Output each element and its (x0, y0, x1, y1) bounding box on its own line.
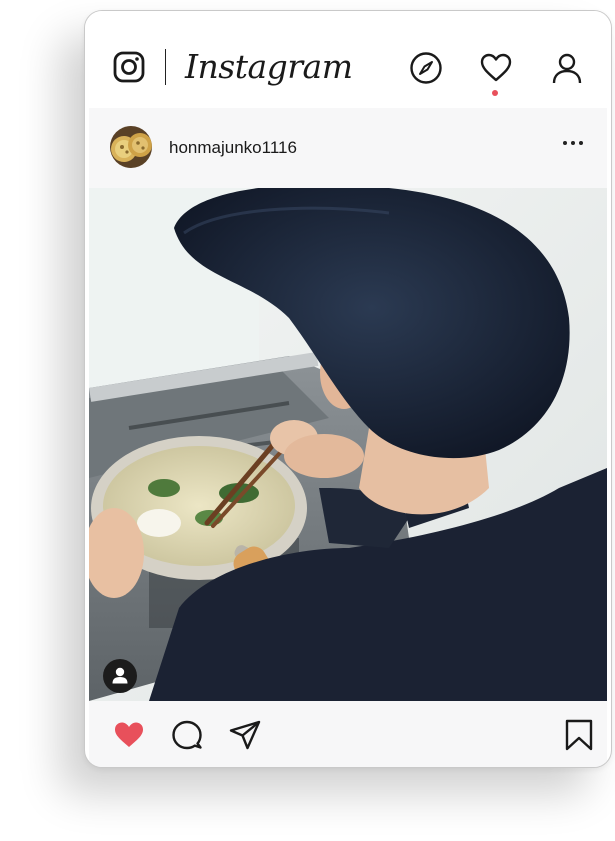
person-icon (112, 667, 128, 684)
instagram-glyph-icon[interactable] (113, 51, 145, 83)
notification-dot (492, 90, 498, 96)
heart-icon[interactable] (479, 51, 513, 85)
top-navigation-bar: Instagram (85, 11, 611, 107)
heart-filled-icon[interactable] (113, 719, 145, 751)
instagram-post-card: Instagram honmajunko1116 (84, 10, 612, 768)
post-username[interactable]: honmajunko1116 (169, 138, 297, 158)
more-options-icon[interactable] (563, 138, 585, 148)
instagram-wordmark[interactable]: Instagram (185, 47, 353, 86)
tagged-user-badge[interactable] (103, 659, 137, 693)
header-divider (165, 49, 166, 85)
avatar[interactable] (110, 126, 152, 168)
post-photo[interactable] (89, 188, 607, 701)
share-icon[interactable] (229, 719, 261, 751)
user-icon[interactable] (550, 51, 584, 85)
post-header: honmajunko1116 (89, 108, 607, 188)
comment-icon[interactable] (171, 719, 203, 751)
compass-icon[interactable] (409, 51, 443, 85)
post-actions-bar (89, 701, 607, 767)
bookmark-icon[interactable] (563, 719, 595, 751)
